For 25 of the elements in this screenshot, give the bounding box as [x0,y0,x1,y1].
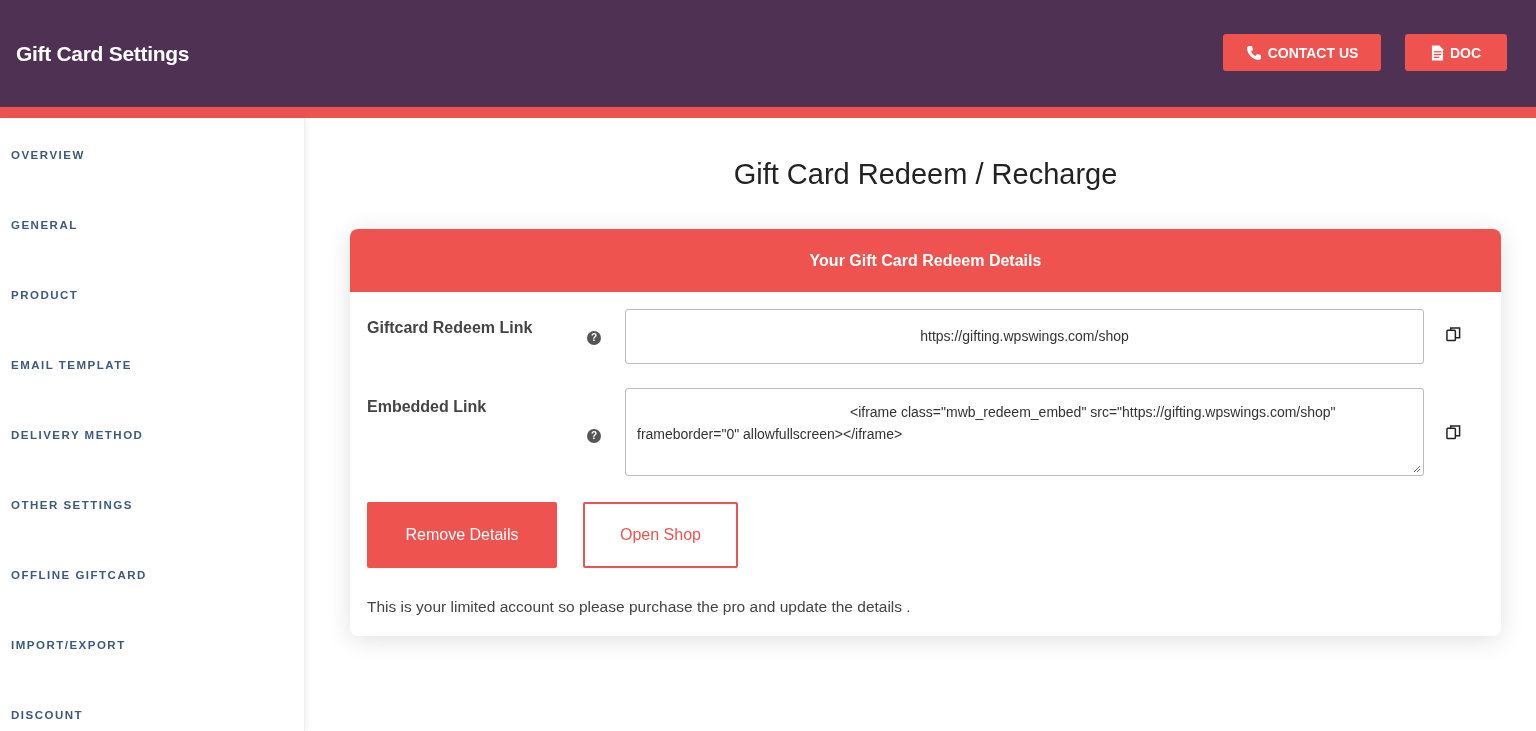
sidebar-item[interactable]: DISCOUNT [0,706,304,725]
copy-icon[interactable] [1446,424,1461,440]
sidebar-item[interactable]: OTHER SETTINGS [0,496,304,515]
field-label: Embedded Link [367,397,488,416]
field-label: Giftcard Redeem Link [367,318,534,337]
open-shop-button[interactable]: Open Shop [583,502,738,568]
document-icon [1430,44,1444,61]
account-note: This is your limited account so please purchase the pro and update the details . [367,598,912,616]
sidebar-item[interactable]: EMAIL TEMPLATE [0,356,304,375]
sidebar-item[interactable]: OVERVIEW [0,146,304,165]
help-icon[interactable]: ? [587,429,601,443]
sidebar-item[interactable]: IMPORT/EXPORT [0,636,304,655]
copy-icon[interactable] [1446,326,1461,342]
phone-icon [1245,44,1262,61]
page-title: Gift Card Redeem / Recharge [732,158,1119,191]
embed-code-field[interactable]: <iframe class="mwb_redeem_embed" src="https://gifting.wpswings.com/shop" frameborder="0" allowfullscreen></iframe> [625,388,1424,476]
resize-grip-icon[interactable] [1413,465,1421,473]
sidebar-item[interactable]: PRODUCT [0,286,304,305]
help-icon[interactable]: ? [587,331,601,345]
card-header: Your Gift Card Redeem Details [350,229,1501,292]
sidebar-item[interactable]: DELIVERY METHOD [0,426,304,445]
link-field[interactable]: https://gifting.wpswings.com/shop [625,309,1424,364]
sidebar-item[interactable]: OFFLINE GIFTCARD [0,566,304,585]
app-title: Gift Card Settings [16,41,190,66]
sidebar-item[interactable]: GENERAL [0,216,304,235]
